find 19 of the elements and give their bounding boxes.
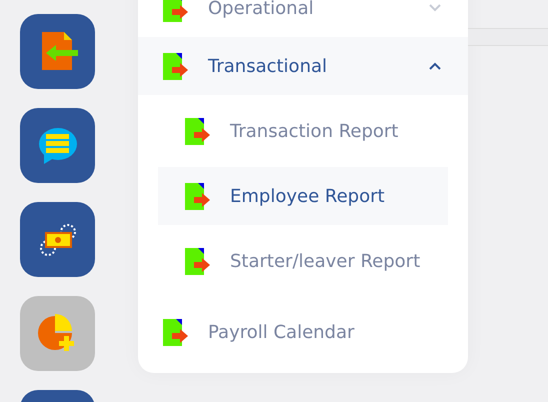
chevron-down-icon — [428, 3, 442, 13]
report-icon — [163, 52, 188, 80]
chat-bubble-icon — [38, 126, 78, 164]
submenu-item[interactable]: Transaction Report — [158, 102, 448, 160]
report-icon — [163, 318, 188, 346]
menu-item[interactable]: Payroll Calendar — [138, 303, 468, 361]
report-icon — [185, 118, 210, 144]
banknote-gears-icon — [40, 224, 76, 256]
sidebar-tile[interactable] — [20, 202, 95, 277]
menu-item[interactable]: Operational — [138, 0, 468, 37]
menu-item[interactable]: Transactional — [138, 37, 468, 95]
sidebar-tile[interactable] — [20, 108, 95, 183]
report-icon — [185, 248, 210, 274]
chevron-up-icon — [428, 61, 442, 71]
submenu-item[interactable]: Starter/leaver Report — [158, 232, 448, 290]
report-icon — [163, 0, 188, 22]
report-icon — [185, 182, 210, 210]
submenu-item[interactable]: Employee Report — [158, 167, 448, 225]
sidebar-tile[interactable] — [20, 14, 95, 89]
